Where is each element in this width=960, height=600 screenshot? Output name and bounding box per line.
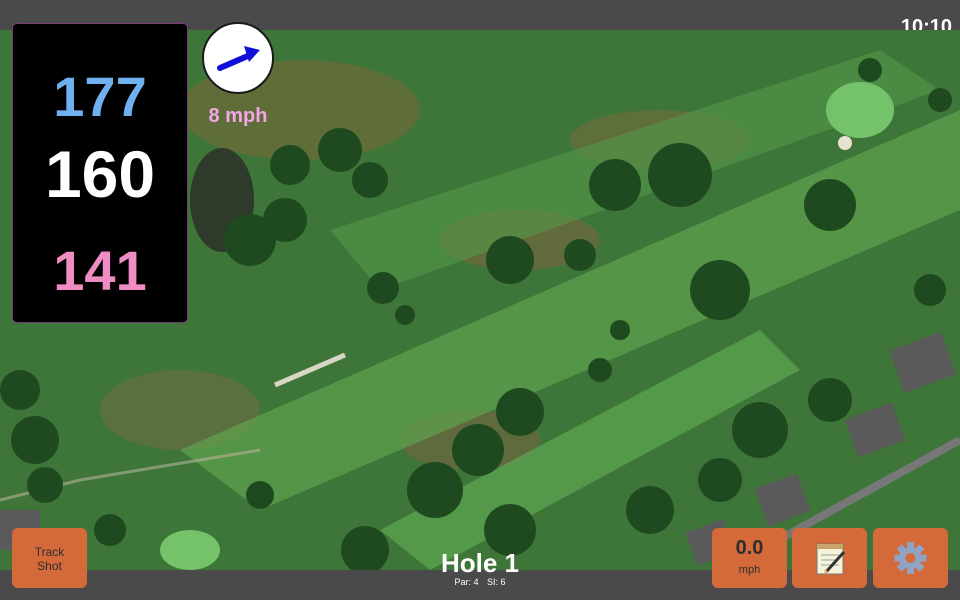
wind-speed-label: 8 mph [208,105,268,127]
gear-icon [894,542,927,574]
settings-button[interactable] [873,528,948,588]
wind-speed-button[interactable]: 0.0 mph [712,528,787,588]
track-shot-label-line2: Shot [37,559,62,573]
hole-title: Hole 1 [440,548,520,578]
back-distance: 177 [53,65,147,128]
front-distance: 141 [53,239,147,302]
wind-value: 0.0 [735,537,764,559]
notes-button[interactable] [792,528,867,588]
wind-unit: mph [738,564,761,576]
hole-par: Par: 4 [454,577,479,587]
track-shot-button[interactable]: Track Shot [12,528,87,588]
hole-info: Par: 4 SI: 6 [380,577,580,587]
wind-direction-indicator [202,22,274,94]
hole-stroke-index: SI: 6 [487,577,506,587]
arrow-right-icon [217,46,260,71]
track-shot-label-line1: Track [34,545,65,559]
distance-panel: 177 160 141 [12,23,188,323]
notepad-icon [816,543,846,575]
middle-distance: 160 [44,137,156,211]
